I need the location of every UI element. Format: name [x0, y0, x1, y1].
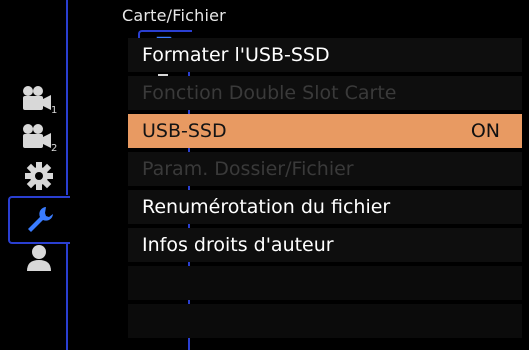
- category-column: 1 2: [0, 0, 70, 350]
- category-motion-picture-1[interactable]: 1: [18, 80, 60, 116]
- menu-item-usb-ssd[interactable]: USB-SSD ON: [128, 114, 522, 148]
- menu-item-label: Fonction Double Slot Carte: [142, 82, 397, 104]
- menu-screen: Carte/Fichier 1 2 Formater l'USB-SSD Fon…: [0, 0, 529, 350]
- menu-item-format-usb-ssd[interactable]: Formater l'USB-SSD: [128, 38, 522, 72]
- category-my-menu[interactable]: [18, 240, 60, 276]
- video-camera-1-icon: 1: [23, 86, 57, 114]
- menu-item-folder-file-settings[interactable]: Param. Dossier/Fichier: [128, 152, 522, 186]
- page-title: Carte/Fichier: [122, 6, 226, 25]
- video-camera-1-subscript: 1: [51, 105, 57, 114]
- menu-empty-row: [128, 266, 522, 300]
- wrench-icon: [28, 207, 53, 232]
- person-icon: [27, 245, 51, 271]
- video-camera-2-subscript: 2: [51, 143, 57, 152]
- menu-list: Formater l'USB-SSD Fonction Double Slot …: [128, 38, 522, 342]
- menu-empty-row: [128, 304, 522, 338]
- menu-item-label: Param. Dossier/Fichier: [142, 158, 354, 180]
- category-custom[interactable]: [18, 158, 60, 194]
- menu-item-value: ON: [470, 120, 500, 142]
- category-setup[interactable]: [8, 196, 70, 244]
- video-camera-2-icon: 2: [23, 124, 57, 152]
- menu-item-label: USB-SSD: [142, 120, 227, 142]
- menu-item-copyright-info[interactable]: Infos droits d'auteur: [128, 228, 522, 262]
- gear-icon: [25, 162, 53, 190]
- tab-column: [68, 0, 192, 350]
- menu-item-file-renumber[interactable]: Renumérotation du fichier: [128, 190, 522, 224]
- menu-item-label: Formater l'USB-SSD: [142, 44, 330, 66]
- menu-item-label: Infos droits d'auteur: [142, 234, 334, 256]
- menu-item-label: Renumérotation du fichier: [142, 196, 391, 218]
- category-motion-picture-2[interactable]: 2: [18, 118, 60, 154]
- menu-item-double-slot[interactable]: Fonction Double Slot Carte: [128, 76, 522, 110]
